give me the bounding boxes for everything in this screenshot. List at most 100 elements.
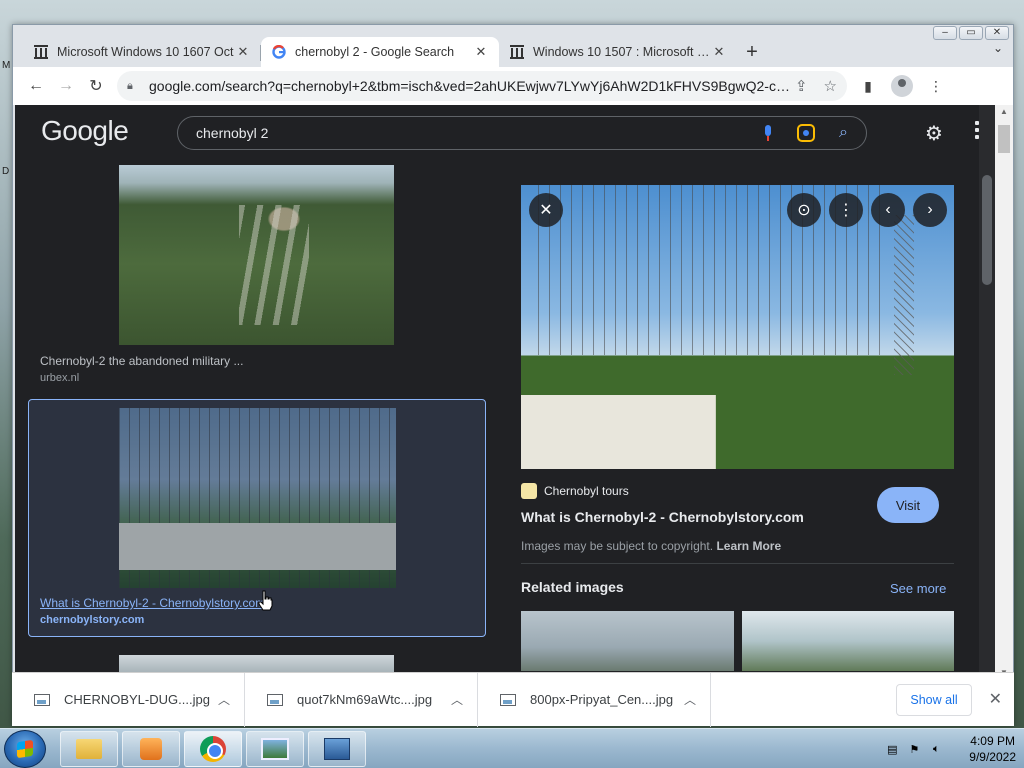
download-filename[interactable]: 800px-Pripyat_Cen....jpg <box>530 692 684 707</box>
taskbar-photo-viewer[interactable] <box>246 731 304 767</box>
hand-cursor-icon <box>258 590 273 611</box>
chevron-up-icon[interactable]: ︿ <box>684 691 696 708</box>
next-arrow-icon[interactable]: › <box>913 193 947 227</box>
scroll-up-arrow-icon[interactable]: ▲ <box>1000 107 1008 116</box>
archive-icon <box>33 44 49 60</box>
tab-windows-10-1507[interactable]: Windows 10 1507 : Microsoft : Fr ✕ <box>499 37 737 67</box>
close-shelf-icon[interactable]: ✕ <box>989 689 1002 709</box>
tower-graphic <box>894 215 914 375</box>
search-input[interactable]: chernobyl 2 <box>196 125 763 141</box>
clock-time: 4:09 PM <box>970 734 1015 748</box>
lock-icon[interactable]: 🔒︎ <box>127 80 139 93</box>
copyright-text: Images may be subject to copyright. <box>521 539 714 553</box>
related-images-heading: Related images <box>521 579 624 595</box>
bookmark-star-icon[interactable]: ☆ <box>824 77 837 95</box>
visit-button[interactable]: Visit <box>877 487 939 523</box>
volume-icon[interactable]: 🔈︎ <box>929 742 943 756</box>
system-clock[interactable]: 4:09 PM 9/9/2022 <box>969 733 1016 765</box>
start-button[interactable] <box>4 730 46 768</box>
desktop-fragment: D <box>2 166 10 177</box>
search-icon[interactable]: ⌕ <box>839 124 848 142</box>
download-shelf: CHERNOBYL-DUG....jpg ︿ quot7kNm69aWtc...… <box>12 672 1014 727</box>
system-tray: ▤ ⚑ 🔈︎ 4:09 PM 9/9/2022 <box>885 729 1016 768</box>
tab-title: chernobyl 2 - Google Search <box>295 45 455 59</box>
learn-more-link[interactable]: Learn More <box>716 539 781 553</box>
download-item[interactable]: quot7kNm69aWtc....jpg ︿ <box>245 672 478 727</box>
taskbar-chrome[interactable] <box>184 731 242 767</box>
close-tab-icon[interactable]: ✕ <box>235 44 251 60</box>
source-name[interactable]: Chernobyl tours <box>544 484 629 498</box>
taskbar-media-player[interactable] <box>122 731 180 767</box>
side-panel-icon[interactable]: ▮ <box>857 75 879 97</box>
result-title[interactable]: What is Chernobyl-2 - Chernobylstory.com <box>40 596 265 610</box>
download-item[interactable]: 800px-Pripyat_Cen....jpg ︿ <box>478 672 711 727</box>
preview-title[interactable]: What is Chernobyl-2 - Chernobylstory.com <box>521 509 804 525</box>
lens-search-icon[interactable]: ⊙ <box>787 193 821 227</box>
preview-source[interactable]: Chernobyl tours <box>521 483 629 499</box>
show-all-button[interactable]: Show all <box>896 684 972 716</box>
browser-window: – ▭ ✕ Microsoft Windows 10 1607 Oct ✕ ch… <box>12 24 1014 726</box>
preview-image[interactable]: ✕ ⊙ ⋮ ‹ › <box>521 185 954 469</box>
search-box[interactable]: chernobyl 2 ⌕ <box>177 116 867 150</box>
result-domain[interactable]: chernobylstory.com <box>40 614 144 626</box>
chevron-up-icon[interactable]: ︿ <box>451 691 463 708</box>
control-panel-icon <box>324 738 350 760</box>
tab-windows-10-1607[interactable]: Microsoft Windows 10 1607 Oct ✕ <box>23 37 261 67</box>
close-tab-icon[interactable]: ✕ <box>711 44 727 60</box>
kebab-menu-icon[interactable]: ⋮ <box>925 75 947 97</box>
result-domain[interactable]: urbex.nl <box>40 372 79 384</box>
scrollbar-thumb[interactable] <box>982 175 992 285</box>
url-text[interactable]: google.com/search?q=chernobyl+2&tbm=isch… <box>149 78 795 94</box>
close-preview-icon[interactable]: ✕ <box>529 193 563 227</box>
close-tab-icon[interactable]: ✕ <box>473 44 489 60</box>
download-filename[interactable]: CHERNOBYL-DUG....jpg <box>64 692 218 707</box>
scrollbar-thumb[interactable] <box>998 125 1010 153</box>
microphone-icon[interactable] <box>763 125 773 141</box>
tab-google-search[interactable]: chernobyl 2 - Google Search ✕ <box>261 37 499 67</box>
site-favicon-icon <box>521 483 537 499</box>
see-more-link[interactable]: See more <box>890 581 946 596</box>
archive-icon <box>509 44 525 60</box>
clock-date: 9/9/2022 <box>969 750 1016 764</box>
google-logo[interactable]: Google <box>41 115 129 147</box>
new-tab-button[interactable]: + <box>737 37 767 67</box>
related-image[interactable] <box>742 611 954 671</box>
address-bar[interactable]: 🔒︎ google.com/search?q=chernobyl+2&tbm=i… <box>117 71 847 101</box>
tab-title: Microsoft Windows 10 1607 Oct <box>57 45 234 59</box>
media-player-icon <box>140 738 162 760</box>
forward-button[interactable]: → <box>51 71 81 101</box>
results-scrollbar[interactable] <box>979 105 995 679</box>
tab-title: Windows 10 1507 : Microsoft : Fr <box>533 45 711 59</box>
selected-result-card[interactable]: What is Chernobyl-2 - Chernobylstory.com… <box>28 399 486 637</box>
result-image-aerial[interactable] <box>119 165 394 345</box>
network-icon[interactable]: ▤ <box>885 742 899 756</box>
google-lens-icon[interactable] <box>797 124 816 142</box>
result-title[interactable]: Chernobyl-2 the abandoned military ... <box>40 354 243 368</box>
download-item[interactable]: CHERNOBYL-DUG....jpg ︿ <box>12 672 245 727</box>
image-file-icon <box>500 693 516 706</box>
back-button[interactable]: ← <box>21 71 51 101</box>
reload-button[interactable]: ↻ <box>81 71 111 101</box>
related-image[interactable] <box>521 611 734 671</box>
desktop-fragment: M <box>2 60 11 71</box>
page-vertical-scrollbar[interactable]: ▲ ▼ <box>995 105 1013 679</box>
taskbar-control-panel[interactable] <box>308 731 366 767</box>
previous-arrow-icon[interactable]: ‹ <box>871 193 905 227</box>
image-file-icon <box>34 693 50 706</box>
tab-search-chevron-icon[interactable]: ⌄ <box>993 41 1003 55</box>
copyright-notice: Images may be subject to copyright. Lear… <box>521 539 781 553</box>
google-icon <box>271 44 287 60</box>
taskbar-explorer[interactable] <box>60 731 118 767</box>
profile-avatar[interactable] <box>891 75 913 97</box>
settings-gear-icon[interactable]: ⚙ <box>925 121 943 146</box>
result-image-duga[interactable] <box>119 408 396 588</box>
photo-viewer-icon <box>261 738 289 760</box>
share-icon[interactable]: ⇪ <box>795 77 808 95</box>
more-options-icon[interactable]: ⋮ <box>829 193 863 227</box>
tab-strip: Microsoft Windows 10 1607 Oct ✕ chernoby… <box>13 35 1013 67</box>
download-filename[interactable]: quot7kNm69aWtc....jpg <box>297 692 451 707</box>
chevron-up-icon[interactable]: ︿ <box>218 691 230 708</box>
page-content: Google chernobyl 2 ⌕ ⚙ Chernobyl-2 the a… <box>15 105 995 679</box>
google-header: Google chernobyl 2 ⌕ ⚙ <box>15 105 995 159</box>
action-center-flag-icon[interactable]: ⚑ <box>907 742 921 756</box>
